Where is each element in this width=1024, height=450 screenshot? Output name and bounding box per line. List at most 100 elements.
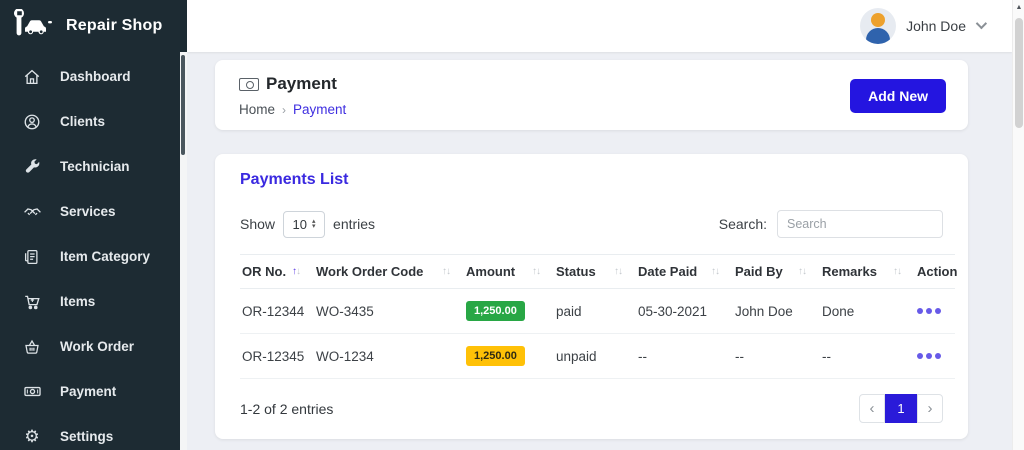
cell-or-no: OR-12345 (240, 333, 314, 379)
sort-desc-icon (446, 266, 450, 277)
payments-table: OR No. Work Order Code Amount Status Dat… (240, 254, 957, 379)
sidebar-item-clients[interactable]: Clients (0, 99, 187, 144)
wrench-car-logo-icon (12, 7, 54, 44)
cell-status: paid (554, 288, 636, 334)
sidebar-scrollbar[interactable] (180, 52, 187, 450)
handshake-icon (22, 202, 42, 222)
banknote-icon (22, 382, 42, 402)
sort-icons[interactable] (292, 266, 300, 277)
row-actions-button[interactable] (917, 308, 951, 314)
app-title: Repair Shop (66, 17, 163, 34)
user-menu[interactable]: John Doe (860, 8, 988, 44)
sort-icons[interactable] (711, 266, 719, 277)
select-arrows-icon (312, 219, 316, 229)
cell-remarks: -- (820, 333, 915, 379)
sidebar-item-label: Item Category (60, 249, 151, 264)
page-size-value: 10 (292, 216, 307, 232)
payments-list-title: Payments List (240, 171, 349, 188)
sort-icons[interactable] (798, 266, 806, 277)
sidebar-item-label: Dashboard (60, 69, 131, 84)
sort-desc-icon (897, 266, 901, 277)
sort-desc-icon (802, 266, 806, 277)
cell-paid-by: -- (733, 333, 820, 379)
home-icon (22, 67, 42, 87)
sidebar-item-settings[interactable]: ⚙ Settings (0, 414, 187, 450)
column-header-paid-by[interactable]: Paid By (733, 254, 820, 289)
pagination: 1 (859, 394, 943, 423)
app-logo[interactable]: Repair Shop (0, 0, 187, 52)
table-header-row: OR No. Work Order Code Amount Status Dat… (240, 254, 957, 289)
show-label: Show (240, 216, 276, 232)
basket-icon (22, 337, 42, 357)
sidebar-scrollbar-thumb[interactable] (181, 55, 185, 155)
cell-or-no: OR-12344 (240, 288, 314, 334)
sort-icons[interactable] (893, 266, 901, 277)
wrench-icon (22, 157, 42, 177)
amount-badge: 1,250.00 (466, 301, 525, 321)
sort-desc-icon (618, 266, 622, 277)
sidebar-item-label: Technician (60, 159, 130, 174)
add-new-button[interactable]: Add New (850, 78, 946, 113)
pagination-page-1-button[interactable]: 1 (885, 394, 917, 423)
sidebar-item-items[interactable]: Items (0, 279, 187, 324)
amount-badge: 1,250.00 (466, 346, 525, 366)
sort-desc-icon (296, 266, 300, 277)
sidebar-item-services[interactable]: Services (0, 189, 187, 234)
sort-icons[interactable] (532, 266, 540, 277)
entries-label: entries (333, 216, 376, 232)
clients-icon (22, 112, 42, 132)
sidebar-menu: Dashboard Clients Technician Services It… (0, 52, 187, 450)
pagination-prev-button[interactable] (859, 394, 885, 423)
payment-page-icon (239, 77, 259, 91)
breadcrumb: Home › Payment (239, 102, 346, 117)
sort-icons[interactable] (442, 266, 450, 277)
sidebar-item-label: Items (60, 294, 96, 309)
page-scrollbar[interactable] (1012, 0, 1024, 450)
page-title: Payment (266, 74, 337, 93)
page-scrollbar-thumb[interactable] (1015, 18, 1023, 128)
chevron-down-icon (975, 17, 988, 29)
main-content: Payment Home › Payment Add New Payments … (187, 52, 1012, 450)
entries-summary: 1-2 of 2 entries (240, 400, 334, 417)
sidebar-item-label: Payment (60, 384, 117, 399)
column-header-remarks[interactable]: Remarks (820, 254, 915, 289)
category-icon (22, 247, 42, 267)
cell-work-order-code: WO-3435 (314, 288, 464, 334)
sidebar-item-technician[interactable]: Technician (0, 144, 187, 189)
user-name: John Doe (906, 18, 966, 34)
cell-work-order-code: WO-1234 (314, 333, 464, 379)
scroll-up-arrow-icon[interactable] (1015, 4, 1023, 11)
sidebar-item-work-order[interactable]: Work Order (0, 324, 187, 369)
column-header-action: Action (915, 254, 957, 289)
column-header-status[interactable]: Status (554, 254, 636, 289)
payments-list-card: Payments List Show 10 entries Search: (215, 154, 968, 439)
sort-desc-icon (536, 266, 540, 277)
sidebar-item-dashboard[interactable]: Dashboard (0, 54, 187, 99)
pagination-next-button[interactable] (917, 394, 943, 423)
column-header-date-paid[interactable]: Date Paid (636, 254, 733, 289)
column-header-or-no[interactable]: OR No. (240, 254, 314, 289)
breadcrumb-separator: › (282, 102, 287, 117)
cell-remarks: Done (820, 288, 915, 334)
gear-icon: ⚙ (24, 426, 40, 446)
sort-desc-icon (715, 266, 719, 277)
search-input[interactable] (777, 210, 943, 238)
page-size-select[interactable]: 10 (283, 210, 326, 238)
cell-status: unpaid (554, 333, 636, 379)
row-actions-button[interactable] (917, 353, 951, 359)
avatar (860, 8, 897, 44)
sidebar-item-payment[interactable]: Payment (0, 369, 187, 414)
search-label: Search: (718, 216, 767, 232)
top-header: John Doe (187, 0, 1012, 52)
breadcrumb-home-link[interactable]: Home (239, 102, 275, 117)
cell-date-paid: -- (636, 333, 733, 379)
column-header-amount[interactable]: Amount (464, 254, 554, 289)
sidebar-item-item-category[interactable]: Item Category (0, 234, 187, 279)
cart-icon (22, 292, 42, 312)
sidebar-item-label: Clients (60, 114, 106, 129)
column-header-work-order-code[interactable]: Work Order Code (314, 254, 464, 289)
sort-icons[interactable] (614, 266, 622, 277)
cell-paid-by: John Doe (733, 288, 820, 334)
breadcrumb-current[interactable]: Payment (293, 102, 346, 117)
page-header-card: Payment Home › Payment Add New (215, 60, 968, 130)
